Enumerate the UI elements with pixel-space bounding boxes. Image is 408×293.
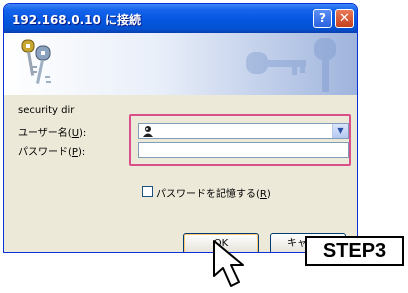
help-button[interactable]: ? <box>313 9 332 28</box>
password-label-text: パスワード( <box>18 147 72 158</box>
input-highlight-frame <box>129 114 351 166</box>
username-label-end: ): <box>79 128 87 139</box>
realm-text: security dir <box>18 105 75 116</box>
remember-accel: R <box>259 189 267 200</box>
close-icon: ✕ <box>339 11 350 26</box>
keys-icon <box>21 39 51 84</box>
close-button[interactable]: ✕ <box>335 9 354 28</box>
username-label: ユーザー名(U): <box>18 124 86 139</box>
remember-label-text: パスワードを記憶する( <box>156 189 260 200</box>
step-label: STEP3 <box>305 236 404 266</box>
username-label-text: ユーザー名( <box>18 128 72 139</box>
mouse-pointer-icon <box>213 240 244 287</box>
banner-keys-decoration <box>246 38 336 92</box>
password-label: パスワード(P): <box>18 143 85 158</box>
title-bar[interactable]: 192.168.0.10 に接続 ? ✕ <box>4 4 357 33</box>
remember-password-checkbox[interactable] <box>142 186 153 197</box>
remember-password-label[interactable]: パスワードを記憶する(R) <box>156 185 271 200</box>
remember-label-end: ) <box>266 189 271 200</box>
username-accel: U <box>71 128 80 139</box>
help-icon: ? <box>319 11 326 25</box>
password-label-end: ): <box>77 147 86 158</box>
screenshot-stage: 192.168.0.10 に接続 ? ✕ security dir ユーザー名(… <box>0 0 408 293</box>
window-title: 192.168.0.10 に接続 <box>12 13 142 27</box>
